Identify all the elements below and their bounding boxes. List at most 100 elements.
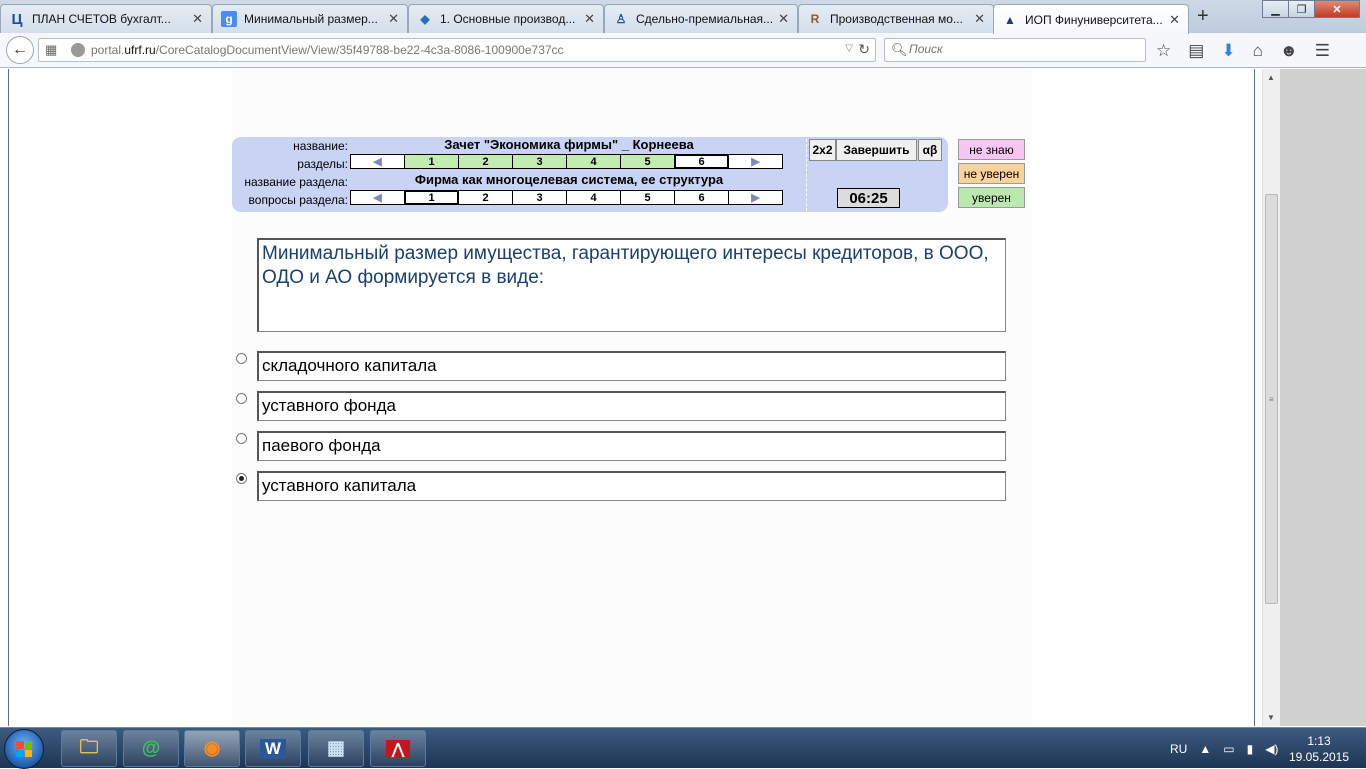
globe-icon[interactable] [71, 43, 85, 57]
network-icon[interactable]: ▭ [1223, 742, 1234, 756]
section-3[interactable]: 3 [512, 154, 567, 169]
menu-icon[interactable]: ☰ [1315, 41, 1330, 61]
reading-list-icon[interactable]: ▤ [1188, 41, 1204, 61]
label-sections: разделы: [297, 157, 348, 171]
answer-4-radio[interactable] [236, 473, 247, 484]
acrobat-taskbar-icon[interactable]: ⋀ [370, 730, 426, 767]
tab-plan-schetov[interactable]: Ц ПЛАН СЧЕТОВ бухгалт... ✕ [0, 4, 212, 33]
toolbar-icons: ☆ ▤ ⬇ ⌂ ☻ ☰ [1156, 41, 1330, 61]
address-bar[interactable]: ▦ portal.ufrf.ru/CoreCatalogDocumentView… [38, 38, 876, 62]
back-button[interactable]: ← [6, 36, 34, 64]
answer-3[interactable]: паевого фонда [257, 431, 1006, 461]
start-button[interactable] [4, 729, 44, 769]
section-4[interactable]: 4 [566, 154, 621, 169]
tab-favicon-icon: ◆ [420, 12, 430, 26]
minimize-button[interactable]: ▁ [1262, 0, 1289, 18]
calculator-taskbar-icon[interactable]: ▦ [308, 730, 364, 767]
alpha-beta-button[interactable]: αβ [918, 139, 942, 161]
bookmark-star-icon[interactable]: ☆ [1156, 41, 1171, 61]
section-1[interactable]: 1 [404, 154, 459, 169]
url-text[interactable]: portal.ufrf.ru/CoreCatalogDocumentView/V… [91, 43, 564, 57]
reload-icon[interactable]: ↻ [858, 41, 870, 58]
tab-title: ИОП Финуниверситета... [1025, 12, 1163, 27]
tab-close-icon[interactable]: ✕ [974, 11, 985, 27]
tab-iop-finuniversiteta[interactable]: ▲ ИОП Финуниверситета... ✕ [993, 4, 1189, 34]
close-window-button[interactable]: ✕ [1314, 0, 1360, 18]
page-frame-right [1254, 69, 1255, 726]
vertical-scrollbar[interactable]: ▲ ≡ ▼ [1262, 69, 1280, 726]
two-by-two-button[interactable]: 2x2 [809, 139, 836, 161]
answer-2-radio[interactable] [236, 393, 247, 404]
mail-agent-taskbar-icon[interactable]: @ [123, 730, 179, 767]
section-5[interactable]: 5 [620, 154, 675, 169]
maximize-button[interactable]: ❐ [1288, 0, 1315, 18]
left-arrow-icon: ◀ [373, 192, 382, 204]
windows-taskbar: 🗀 @ ◉ W ▦ ⋀ RU ▲ ▭ ▮ ◀) 1:13 19.05.2015 [0, 727, 1366, 769]
tab-close-icon[interactable]: ✕ [778, 11, 789, 27]
left-arrow-icon: ◀ [373, 156, 382, 168]
tab-osnovnye-proizvod[interactable]: ◆ 1. Основные производ... ✕ [408, 4, 604, 33]
dont-know-button[interactable]: не знаю [958, 139, 1025, 160]
scroll-up-icon[interactable]: ▲ [1267, 73, 1275, 82]
firefox-taskbar-icon[interactable]: ◉ [184, 730, 240, 767]
tray-expand-icon[interactable]: ▲ [1199, 742, 1211, 756]
navigation-bar: ← ▦ portal.ufrf.ru/CoreCatalogDocumentVi… [0, 33, 1366, 68]
history-dropdown-icon[interactable]: ▽ [845, 43, 853, 54]
tab-favicon-icon: g [221, 11, 237, 27]
clock-time: 1:13 [1307, 734, 1331, 748]
library-icon[interactable]: ▦ [45, 42, 57, 58]
clock-date: 19.05.2015 [1288, 750, 1350, 764]
answer-3-radio[interactable] [236, 433, 247, 444]
answer-1-radio[interactable] [236, 353, 247, 364]
tab-favicon-icon: R [810, 12, 820, 26]
tab-close-icon[interactable]: ✕ [388, 11, 399, 27]
sections-next-button[interactable]: ▶ [728, 154, 783, 169]
search-input[interactable] [909, 42, 1129, 56]
scrollbar-thumb[interactable]: ≡ [1265, 194, 1278, 604]
tab-close-icon[interactable]: ✕ [192, 11, 203, 27]
answer-2[interactable]: уставного фонда [257, 391, 1006, 421]
tab-title: Производственная мо... [830, 12, 963, 26]
clock[interactable]: 1:13 19.05.2015 [1284, 733, 1354, 765]
volume-icon[interactable]: ◀) [1265, 742, 1278, 756]
tab-close-icon[interactable]: ✕ [584, 11, 595, 27]
question-3[interactable]: 3 [512, 190, 567, 205]
question-4[interactable]: 4 [566, 190, 621, 205]
answer-1[interactable]: складочного капитала [257, 351, 1006, 381]
tab-favicon-icon: Ц [11, 10, 23, 28]
question-6[interactable]: 6 [674, 190, 729, 205]
search-box[interactable]: 🔍︎ [884, 38, 1146, 62]
word-taskbar-icon[interactable]: W [245, 730, 301, 767]
section-name: Фирма как многоцелевая система, ее струк… [414, 172, 724, 187]
new-tab-button[interactable]: + [1197, 5, 1209, 28]
smiley-icon[interactable]: ☻ [1280, 41, 1298, 61]
label-section-name: название раздела: [244, 175, 348, 189]
sure-button[interactable]: уверен [958, 187, 1025, 208]
panel-divider [806, 139, 807, 211]
sections-prev-button[interactable]: ◀ [350, 154, 405, 169]
home-icon[interactable]: ⌂ [1253, 41, 1263, 61]
explorer-taskbar-icon[interactable]: 🗀 [61, 730, 117, 767]
language-indicator[interactable]: RU [1170, 742, 1187, 756]
tab-proizvodstvennaya[interactable]: R Производственная мо... ✕ [798, 4, 994, 33]
download-icon[interactable]: ⬇ [1221, 41, 1235, 61]
question-5[interactable]: 5 [620, 190, 675, 205]
label-name: название: [293, 139, 348, 153]
section-6[interactable]: 6 [674, 154, 729, 169]
finish-button[interactable]: Завершить [836, 139, 917, 161]
question-1[interactable]: 1 [404, 190, 459, 205]
answer-4[interactable]: уставного капитала [257, 471, 1006, 501]
questions-next-button[interactable]: ▶ [728, 190, 783, 205]
tab-title: Минимальный размер... [244, 12, 378, 26]
tab-minimalny-razmer[interactable]: g Минимальный размер... ✕ [212, 4, 408, 33]
right-arrow-icon: ▶ [751, 192, 760, 204]
scroll-down-icon[interactable]: ▼ [1267, 713, 1275, 722]
section-2[interactable]: 2 [458, 154, 513, 169]
signal-icon[interactable]: ▮ [1247, 742, 1254, 756]
questions-prev-button[interactable]: ◀ [350, 190, 405, 205]
window-controls: ▁ ❐ ✕ [1262, 0, 1360, 18]
question-2[interactable]: 2 [458, 190, 513, 205]
not-sure-button[interactable]: не уверен [958, 163, 1025, 184]
tab-sdelno-premialnaya[interactable]: ♙ Сдельно-премиальная... ✕ [604, 4, 798, 33]
tab-close-icon[interactable]: ✕ [1169, 12, 1180, 28]
